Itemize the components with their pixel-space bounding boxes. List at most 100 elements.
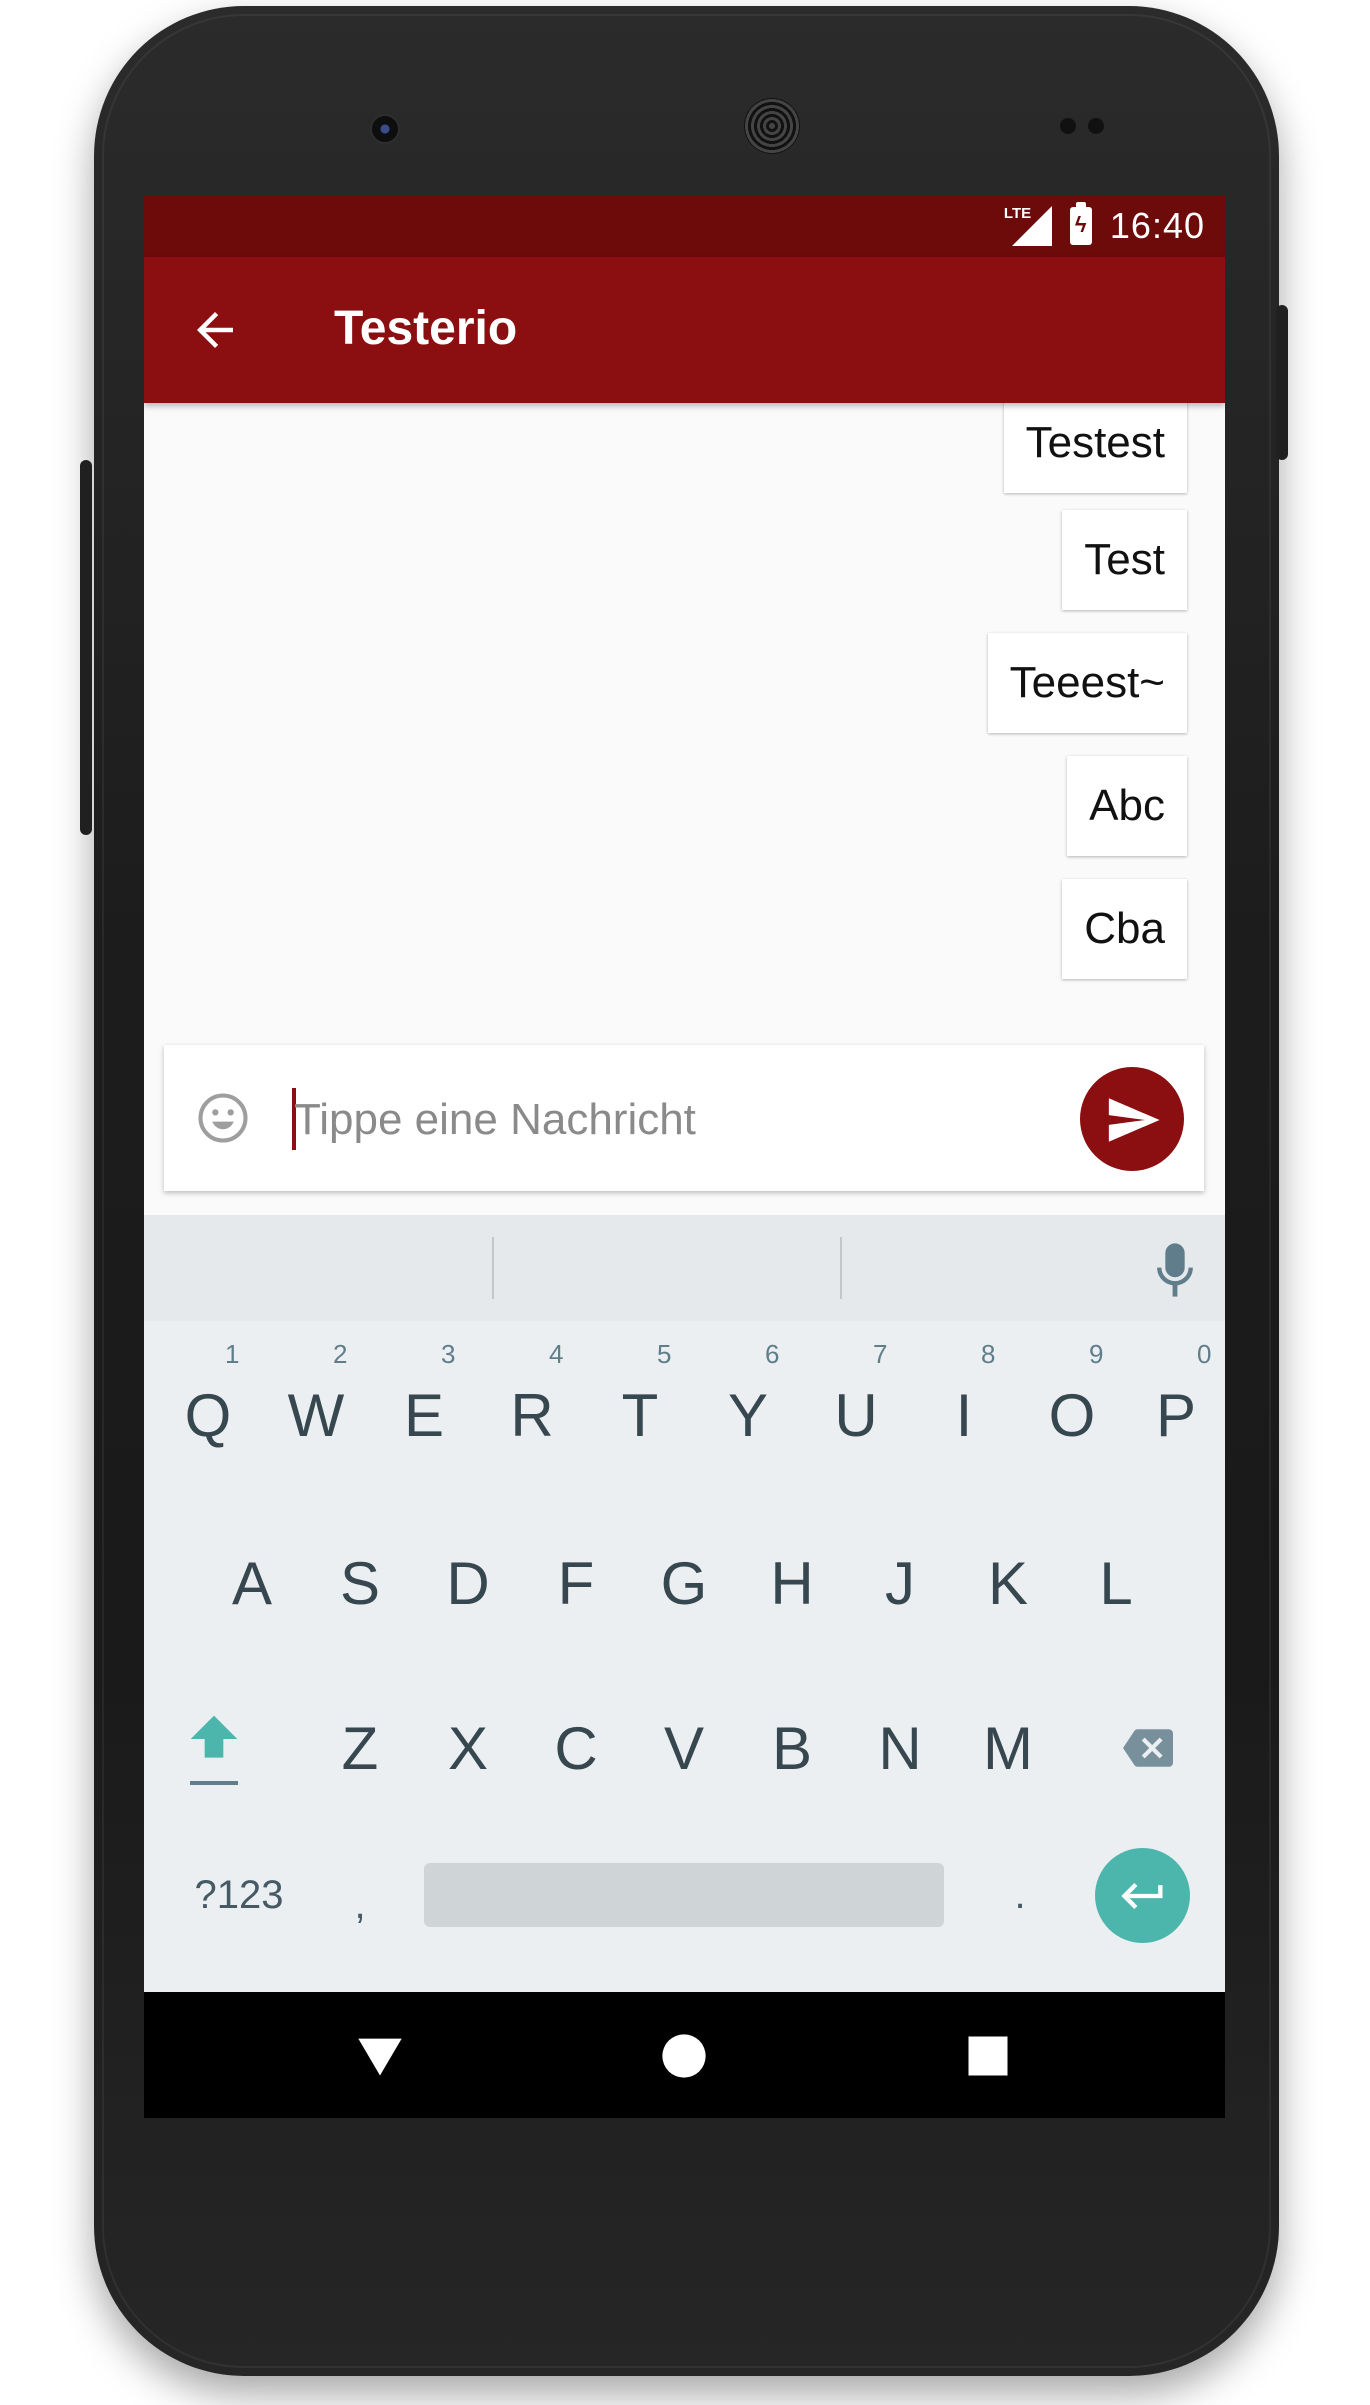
key-s[interactable]: S (310, 1533, 410, 1633)
suggestion-divider (492, 1237, 494, 1299)
message-list[interactable]: Testest Test Teeest~ Abc Cba (144, 393, 1225, 1023)
message-input[interactable]: Tippe eine Nachricht (294, 1095, 696, 1145)
key-label: U (834, 1381, 878, 1449)
key-label: D (446, 1549, 490, 1617)
arrow-back-icon[interactable] (188, 303, 242, 357)
key-hint: 2 (333, 1339, 348, 1369)
key-label: N (878, 1714, 922, 1782)
key-u[interactable]: U (806, 1365, 906, 1465)
key-label: Q (184, 1381, 232, 1449)
key-hint: 6 (765, 1339, 780, 1369)
volume-button (80, 460, 92, 835)
key-o[interactable]: O (1022, 1365, 1122, 1465)
key-p[interactable]: P (1126, 1365, 1225, 1465)
send-button[interactable] (1080, 1067, 1184, 1171)
key-label: W (287, 1381, 345, 1449)
key-w[interactable]: W (266, 1365, 366, 1465)
backspace-key[interactable] (1098, 1698, 1198, 1798)
message-text: Testest (1025, 418, 1165, 467)
key-v[interactable]: V (634, 1698, 734, 1798)
app-bar: Testerio (144, 257, 1225, 403)
key-label: Z (341, 1714, 379, 1782)
symbols-key[interactable]: ?123 (174, 1845, 304, 1945)
lte-signal-icon: LTE (1003, 205, 1052, 246)
key-hint: 8 (981, 1339, 996, 1369)
enter-key[interactable] (1095, 1848, 1190, 1943)
shift-underline (190, 1781, 238, 1785)
key-label: X (447, 1714, 489, 1782)
status-bar: LTE ϟ 16:40 (144, 195, 1225, 257)
key-b[interactable]: B (742, 1698, 842, 1798)
send-icon (1108, 1098, 1160, 1142)
shift-key[interactable] (164, 1698, 264, 1798)
message-composer: Tippe eine Nachricht (164, 1045, 1204, 1191)
key-label: R (510, 1381, 554, 1449)
proximity-sensor (1060, 118, 1076, 134)
key-hint: 7 (873, 1339, 888, 1369)
key-q[interactable]: Q (158, 1365, 258, 1465)
network-label: LTE (1003, 205, 1034, 222)
key-g[interactable]: G (634, 1533, 734, 1633)
key-hint: 4 (549, 1339, 564, 1369)
comma-key[interactable]: , (310, 1855, 410, 1955)
backspace-icon (1123, 1729, 1173, 1767)
microphone-icon[interactable] (1155, 1241, 1195, 1299)
key-label: V (663, 1714, 705, 1782)
space-bar[interactable] (424, 1863, 944, 1927)
key-i[interactable]: I (914, 1365, 1014, 1465)
key-z[interactable]: Z (310, 1698, 410, 1798)
key-hint: 0 (1197, 1339, 1212, 1369)
key-l[interactable]: L (1066, 1533, 1166, 1633)
key-c[interactable]: C (526, 1698, 626, 1798)
message-bubble[interactable]: Cba (1062, 879, 1187, 979)
message-text: Test (1084, 535, 1165, 584)
key-label: G (660, 1549, 708, 1617)
message-bubble[interactable]: Teeest~ (987, 633, 1187, 733)
period-key[interactable]: . (970, 1845, 1070, 1945)
key-label: O (1048, 1381, 1096, 1449)
message-text: Abc (1089, 781, 1165, 830)
front-camera (370, 114, 400, 144)
key-a[interactable]: A (202, 1533, 302, 1633)
key-x[interactable]: X (418, 1698, 518, 1798)
key-h[interactable]: H (742, 1533, 842, 1633)
back-triangle-icon[interactable] (354, 2030, 406, 2082)
screen: LTE ϟ 16:40 Testerio Testest Test Teeest… (144, 195, 1225, 2118)
message-text: Teeest~ (1009, 658, 1165, 707)
key-label: B (771, 1714, 813, 1782)
key-hint: 1 (225, 1339, 240, 1369)
key-r[interactable]: R (482, 1365, 582, 1465)
battery-charging-icon: ϟ (1069, 202, 1092, 245)
key-hint: 5 (657, 1339, 672, 1369)
key-label: , (354, 1882, 366, 1927)
key-label: M (983, 1714, 1033, 1782)
key-hint: 3 (441, 1339, 456, 1369)
key-label: L (1099, 1549, 1133, 1617)
keyboard: Q W E R T Y U I O P 1 2 3 4 5 6 7 8 9 0 … (144, 1215, 1225, 1992)
key-k[interactable]: K (958, 1533, 1058, 1633)
message-bubble[interactable]: Test (1062, 510, 1187, 610)
key-j[interactable]: J (850, 1533, 950, 1633)
suggestion-strip (144, 1215, 1225, 1321)
key-t[interactable]: T (590, 1365, 690, 1465)
key-m[interactable]: M (958, 1698, 1058, 1798)
key-label: I (955, 1381, 973, 1449)
key-label: K (987, 1549, 1029, 1617)
key-f[interactable]: F (526, 1533, 626, 1633)
recents-square-icon[interactable] (962, 2030, 1014, 2082)
suggestion-divider (840, 1237, 842, 1299)
enter-icon (1121, 1883, 1163, 1909)
key-y[interactable]: Y (698, 1365, 798, 1465)
key-d[interactable]: D (418, 1533, 518, 1633)
key-label: P (1155, 1381, 1197, 1449)
key-label: T (621, 1381, 659, 1449)
key-n[interactable]: N (850, 1698, 950, 1798)
message-text: Cba (1084, 904, 1165, 953)
message-bubble[interactable]: Testest (1003, 393, 1187, 493)
shift-icon (190, 1715, 238, 1758)
home-circle-icon[interactable] (658, 2030, 710, 2082)
message-bubble[interactable]: Abc (1067, 756, 1187, 856)
clock: 16:40 (1109, 205, 1205, 246)
key-e[interactable]: E (374, 1365, 474, 1465)
emoji-icon[interactable] (196, 1091, 250, 1145)
